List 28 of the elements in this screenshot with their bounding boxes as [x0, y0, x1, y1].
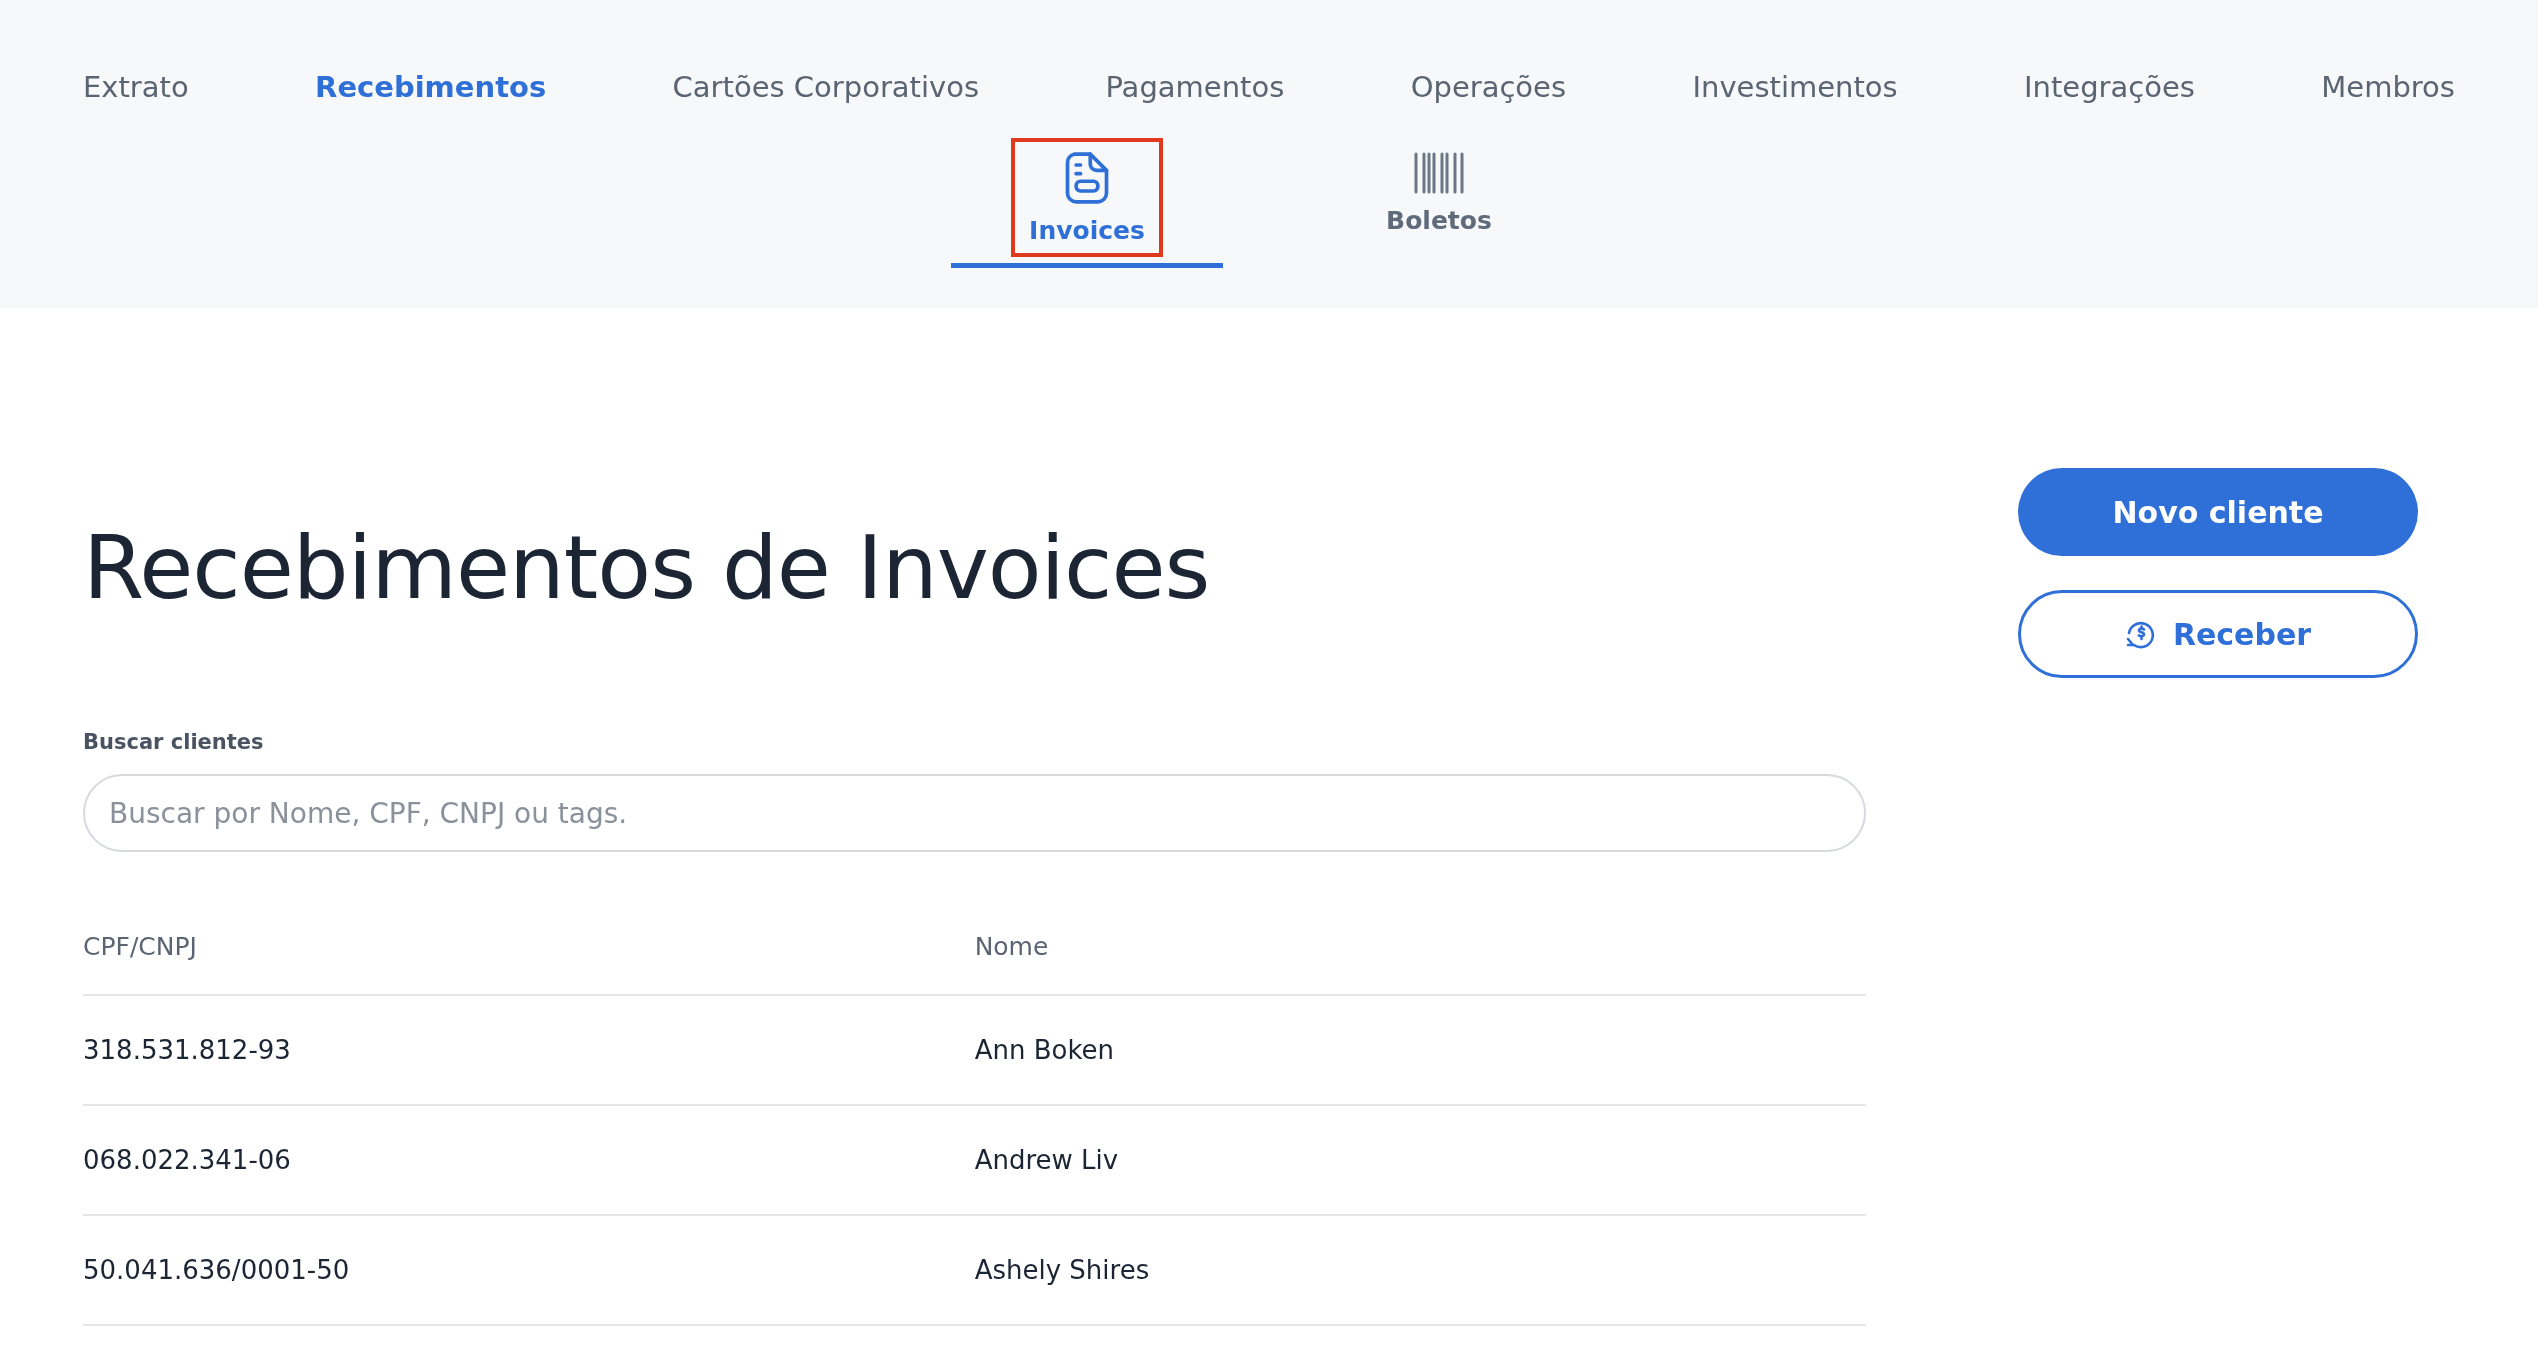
table-cell: 068.022.341-06 [83, 1105, 975, 1215]
nav-tab[interactable]: Investimentos [1692, 70, 1898, 104]
sub-tab-label: Invoices [1029, 216, 1145, 245]
nav-tab[interactable]: Recebimentos [315, 70, 547, 104]
barcode-icon [1414, 152, 1464, 194]
page-title: Recebimentos de Invoices [83, 516, 1210, 619]
column-header: Nome [974, 898, 1866, 995]
nav-tab[interactable]: Operações [1410, 70, 1567, 104]
nav-tab[interactable]: Extrato [83, 70, 189, 104]
table-cell: Andrew Liv [974, 1105, 1866, 1215]
search-label: Buscar clientes [83, 730, 265, 754]
nav-tab[interactable]: Pagamentos [1105, 70, 1285, 104]
table-cell: Ashely Shires [974, 1215, 1866, 1325]
sub-tab[interactable]: Invoices [951, 138, 1223, 268]
document-icon [1065, 152, 1109, 204]
nav-tab[interactable]: Membros [2321, 70, 2455, 104]
money-cycle-icon [2124, 619, 2155, 649]
new-client-button[interactable]: Novo cliente [2018, 468, 2418, 556]
nav-tab[interactable]: Cartões Corporativos [672, 70, 980, 104]
sub-tab[interactable]: Boletos [1303, 138, 1575, 268]
search-field[interactable]: Buscar por Nome, CPF, CNPJ ou tags. [83, 774, 1866, 852]
receive-button[interactable]: Receber [2018, 590, 2418, 678]
table-cell: 318.531.812-93 [83, 995, 975, 1105]
table-cell: Ann Boken [974, 995, 1866, 1105]
nav-tab[interactable]: Integrações [2024, 70, 2195, 104]
table-cell: 50.041.636/0001-50 [83, 1215, 975, 1325]
column-header: CPF/CNPJ [83, 898, 975, 995]
sub-tab-label: Boletos [1386, 206, 1492, 235]
